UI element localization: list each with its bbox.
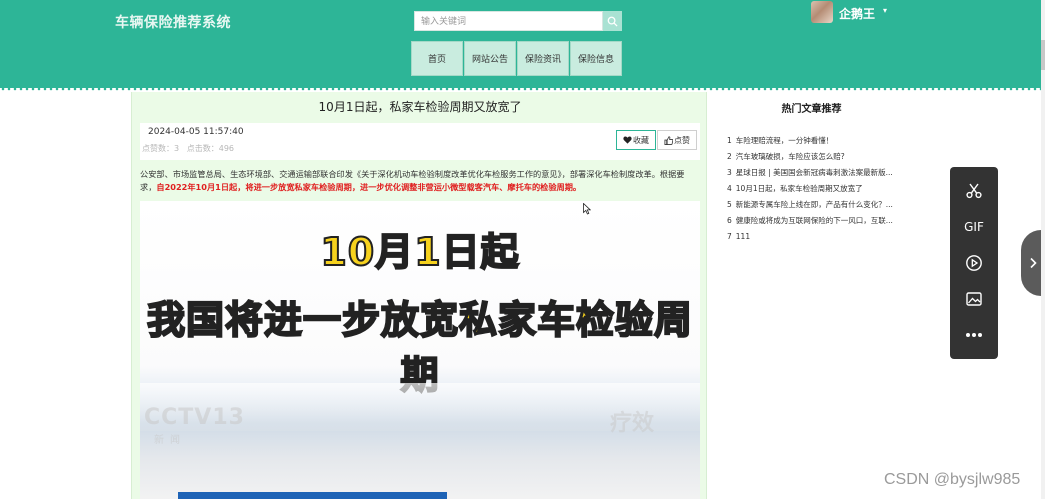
hot-article-rank: 6 — [727, 216, 732, 225]
hot-article-item[interactable]: 6 健康险或将成为互联网保险的下一风口，互联... — [727, 213, 897, 229]
hot-article-item[interactable]: 7 111 — [727, 229, 897, 245]
screenshot-toolbar: GIF — [950, 167, 998, 359]
cctv-logo-sub: 新闻 — [154, 435, 186, 446]
more-icon[interactable] — [962, 323, 986, 347]
clicks-count: 496 — [218, 144, 235, 153]
hot-article-title: 车险理赔流程，一分钟看懂！ — [735, 136, 834, 145]
image-headline-date: 10月1日起 — [319, 229, 520, 275]
article-body-highlight: 自2022年10月1日起，将进一步放宽私家车检验周期，进一步优化调整非营运小微型… — [156, 182, 582, 192]
gif-button[interactable]: GIF — [962, 215, 986, 239]
like-button[interactable]: 点赞 — [657, 130, 697, 150]
cctv-logo: CCTV13 — [144, 405, 245, 430]
article-image: 10月1日起 我国将进一步放宽私家车检验周期 CCTV13 新闻 疗效 — [140, 201, 700, 499]
watermark: CSDN @bysjlw985 — [884, 471, 1021, 488]
hot-article-rank: 4 — [727, 184, 732, 193]
hot-article-title: 星球日报 | 美国国会新冠病毒刺激法案最新版... — [735, 168, 893, 177]
search-input[interactable] — [414, 11, 603, 31]
hot-articles-panel: 热门文章推荐 1 车险理赔流程，一分钟看懂！ 2 汽车玻璃破损，车险应该怎么赔? 3… — [718, 92, 905, 252]
likes-label: 点赞数： — [142, 144, 174, 153]
scissors-icon[interactable] — [962, 179, 986, 203]
nav-item-announcements[interactable]: 网站公告 — [464, 41, 516, 76]
avatar[interactable] — [811, 1, 833, 23]
hot-article-title: 汽车玻璃破损，车险应该怎么赔? — [735, 152, 845, 161]
image-caption-bar — [178, 492, 447, 499]
hot-article-item[interactable]: 2 汽车玻璃破损，车险应该怎么赔? — [727, 149, 897, 165]
search-icon — [607, 16, 618, 27]
clicks-label: 点击数： — [186, 144, 219, 153]
image-icon[interactable] — [962, 287, 986, 311]
scrollbar-track[interactable] — [1041, 0, 1045, 499]
favorite-button[interactable]: 收藏 — [616, 130, 656, 150]
hot-article-title: 新能源专属车险上线在即，产品有什么变化？... — [735, 200, 893, 209]
like-label: 点赞 — [674, 135, 690, 145]
hot-article-rank: 1 — [727, 136, 732, 145]
nav-item-home[interactable]: 首页 — [411, 41, 463, 76]
chevron-down-icon[interactable]: ▾ — [883, 6, 887, 15]
favorite-label: 收藏 — [633, 135, 649, 145]
hot-article-rank: 7 — [727, 232, 732, 241]
hot-article-item[interactable]: 5 新能源专属车险上线在即，产品有什么变化？... — [727, 197, 897, 213]
article-title: 10月1日起，私家车检验周期又放宽了 — [318, 100, 522, 114]
hot-article-item[interactable]: 3 星球日报 | 美国国会新冠病毒刺激法案最新版... — [727, 165, 897, 181]
hot-article-item[interactable]: 1 车险理赔流程，一分钟看懂！ — [727, 133, 897, 149]
hot-article-rank: 2 — [727, 152, 732, 161]
article-stats: 点赞数：3 点击数：496 — [142, 143, 234, 154]
article-body: 公安部、市场监管总局、生态环境部、交通运输部联合印发《关于深化机动车检验制度改革… — [140, 168, 700, 194]
hot-article-title: 健康险或将成为互联网保险的下一风口，互联... — [735, 216, 893, 225]
nav-item-insurance-news[interactable]: 保险资讯 — [517, 41, 569, 76]
heart-icon — [623, 136, 632, 144]
hot-article-item[interactable]: 4 10月1日起，私家车检验周期又放宽了 — [727, 181, 897, 197]
hot-article-title: 10月1日起，私家车检验周期又放宽了 — [735, 184, 863, 193]
scrollbar-thumb[interactable] — [1041, 40, 1045, 70]
hot-article-title: 111 — [735, 232, 751, 241]
hot-article-rank: 3 — [727, 168, 732, 177]
article-panel: 10月1日起，私家车检验周期又放宽了 2024-04-05 11:57:40 点… — [131, 92, 707, 499]
hot-articles-list: 1 车险理赔流程，一分钟看懂！ 2 汽车玻璃破损，车险应该怎么赔? 3 星球日报 | … — [727, 133, 897, 245]
likes-count: 3 — [174, 144, 180, 153]
channel-logo: 疗效 — [610, 411, 655, 436]
hot-articles-title: 热门文章推荐 — [781, 104, 842, 115]
chevron-right-icon — [1030, 257, 1037, 269]
record-video-icon[interactable] — [962, 251, 986, 275]
hot-article-rank: 5 — [727, 200, 732, 209]
site-header: 车辆保险推荐系统 企鹅王 ▾ 首页 网站公告 保险资讯 保险信息 — [0, 0, 1045, 88]
search-button[interactable] — [603, 11, 622, 31]
article-meta: 2024-04-05 11:57:40 点赞数：3 点击数：496 收藏 点赞 — [140, 123, 700, 160]
main-nav: 首页 网站公告 保险资讯 保险信息 — [411, 41, 622, 76]
site-title[interactable]: 车辆保险推荐系统 — [115, 12, 231, 32]
article-timestamp: 2024-04-05 11:57:40 — [148, 127, 244, 137]
mouse-cursor-icon — [583, 203, 591, 215]
thumbs-up-icon — [664, 135, 673, 145]
nav-item-insurance-info[interactable]: 保险信息 — [570, 41, 622, 76]
user-name[interactable]: 企鹅王 — [839, 5, 875, 22]
